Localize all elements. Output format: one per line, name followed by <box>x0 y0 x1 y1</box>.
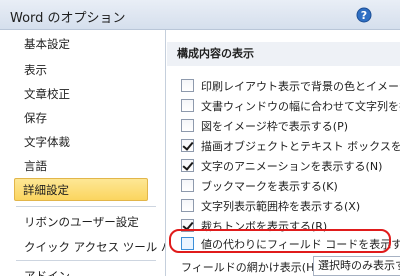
option-wrap-text-to-window[interactable]: 文書ウィンドウの幅に合わせて文字列を折り返 <box>181 97 400 115</box>
checkbox[interactable] <box>181 99 194 112</box>
sidebar-item-language[interactable]: 言語 <box>16 155 150 178</box>
option-show-drawings-and-text-boxes[interactable]: 描画オブジェクトとテキスト ボックスを画面に表示 <box>181 137 400 155</box>
option-show-picture-placeholders[interactable]: 図をイメージ枠で表示する(P) <box>181 117 400 135</box>
sidebar-separator <box>16 206 156 207</box>
sidebar-item-quick-access-toolbar[interactable]: クイック アクセス ツール バー <box>16 236 165 259</box>
option-label: 文字列表示範囲枠を表示する(X) <box>201 200 361 213</box>
option-show-bookmarks[interactable]: ブックマークを表示する(K) <box>181 177 400 195</box>
sidebar-item-typography[interactable]: 文字体裁 <box>16 131 150 154</box>
checkbox[interactable] <box>181 139 194 152</box>
option-show-background-in-print-layout[interactable]: 印刷レイアウト表示で背景の色とイメージを表示 <box>181 77 400 95</box>
sidebar-item-addins[interactable]: アドイン <box>16 265 150 276</box>
option-label: 文字のアニメーションを表示する(N) <box>201 160 383 173</box>
option-label: 描画オブジェクトとテキスト ボックスを画面に表示 <box>201 140 400 153</box>
checkbox[interactable] <box>181 79 194 92</box>
svg-text:?: ? <box>361 9 367 22</box>
sidebar-item-general[interactable]: 基本設定 <box>16 33 150 56</box>
field-shading-label: フィールドの網かけ表示(H): <box>181 261 323 274</box>
sidebar-item-proofing[interactable]: 文章校正 <box>16 83 150 106</box>
title-bar: Word のオプション ? <box>0 0 400 30</box>
window-title: Word のオプション <box>10 11 126 26</box>
field-shading-select[interactable]: 選択時のみ表示す <box>313 256 400 276</box>
sidebar-item-save[interactable]: 保存 <box>16 107 150 130</box>
checkbox[interactable] <box>181 119 194 132</box>
checkbox[interactable] <box>181 199 194 212</box>
section-title: 構成内容の表示 <box>177 47 254 60</box>
checkbox[interactable] <box>181 179 194 192</box>
option-show-text-boundaries[interactable]: 文字列表示範囲枠を表示する(X) <box>181 197 400 215</box>
option-label: 印刷レイアウト表示で背景の色とイメージを表示 <box>201 80 400 93</box>
sidebar-item-customize-ribbon[interactable]: リボンのユーザー設定 <box>16 211 150 234</box>
help-icon: ? <box>356 7 372 23</box>
sidebar-item-display[interactable]: 表示 <box>16 59 150 82</box>
sidebar-separator <box>16 260 156 261</box>
option-label: 文書ウィンドウの幅に合わせて文字列を折り返 <box>201 100 400 113</box>
sidebar-item-advanced[interactable]: 詳細設定 <box>14 178 148 201</box>
help-button[interactable]: ? <box>354 5 374 25</box>
highlight-annotation <box>169 229 391 253</box>
option-label: 図をイメージ枠で表示する(P) <box>201 120 348 133</box>
checkbox[interactable] <box>181 159 194 172</box>
option-label: ブックマークを表示する(K) <box>201 180 338 193</box>
options-sidebar: 基本設定 表示 文章校正 保存 文字体裁 言語 詳細設定 リボンのユーザー設定 … <box>0 30 166 276</box>
option-show-text-animation[interactable]: 文字のアニメーションを表示する(N) <box>181 157 400 175</box>
